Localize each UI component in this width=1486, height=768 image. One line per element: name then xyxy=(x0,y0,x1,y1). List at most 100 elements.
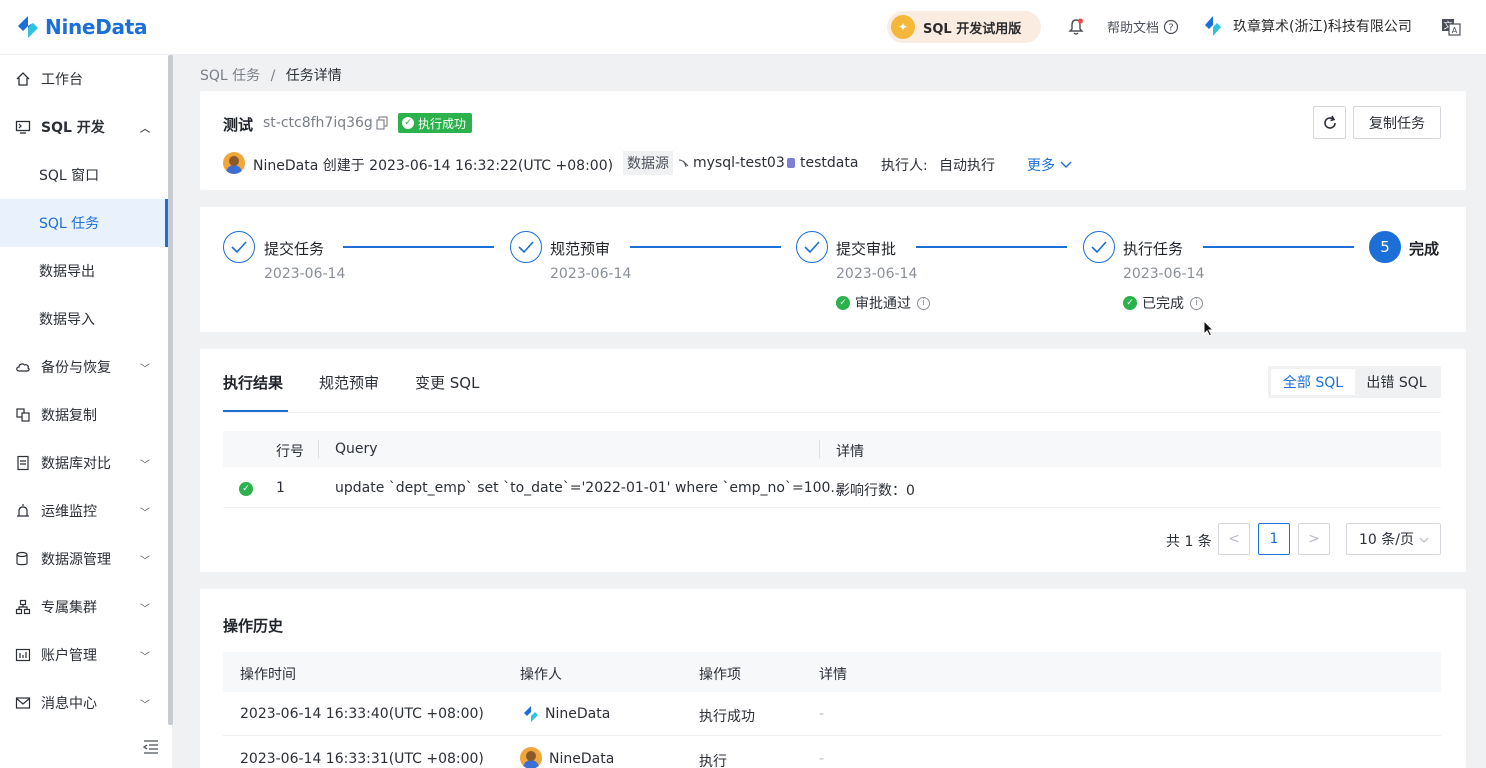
tab-execution-result[interactable]: 执行结果 xyxy=(223,372,283,393)
pagination-next-button[interactable]: > xyxy=(1298,523,1330,555)
sidebar-item-label: SQL 开发 xyxy=(41,120,105,136)
mail-icon xyxy=(15,695,31,711)
status-badge: ✓ 执行成功 xyxy=(398,113,473,133)
tab-precheck[interactable]: 规范预审 xyxy=(319,372,379,393)
step-4-status: ✓ 已完成 i xyxy=(1123,293,1203,313)
trial-badge[interactable]: ✦ SQL 开发试用版 xyxy=(887,11,1041,43)
sidebar-item-sql-task[interactable]: SQL 任务 xyxy=(0,199,168,247)
executor-label: 执行人: xyxy=(881,158,928,174)
mysql-icon xyxy=(678,159,689,168)
sidebar-item-label: 备份与恢复 xyxy=(41,360,111,376)
pagination-prev-button[interactable]: < xyxy=(1218,523,1250,555)
chevron-down-icon: ﹀ xyxy=(140,699,150,711)
row-divider xyxy=(223,735,1441,736)
history-title: 操作历史 xyxy=(223,617,284,635)
history-action: 执行成功 xyxy=(699,709,755,725)
chevron-down-icon xyxy=(1419,537,1429,543)
history-detail: - xyxy=(819,751,825,767)
success-icon: ✓ xyxy=(239,482,253,496)
notification-bell-icon[interactable] xyxy=(1068,18,1084,40)
pagination-page-1[interactable]: 1 xyxy=(1258,523,1290,555)
language-switch-icon[interactable]: 文A xyxy=(1441,17,1461,41)
sidebar-item-db-compare[interactable]: 数据库对比 ﹀ xyxy=(0,439,168,487)
copy-task-button[interactable]: 复制任务 xyxy=(1353,106,1441,139)
success-icon: ✓ xyxy=(1123,296,1137,310)
step-5-title: 完成 xyxy=(1409,240,1440,258)
database-icon xyxy=(787,158,795,168)
gift-icon: ✦ xyxy=(891,15,915,39)
col-op-detail: 详情 xyxy=(819,667,847,683)
info-icon[interactable]: i xyxy=(917,296,930,310)
breadcrumb-parent-link[interactable]: SQL 任务 xyxy=(200,68,260,84)
tab-change-sql[interactable]: 变更 SQL xyxy=(415,372,479,393)
sidebar-item-account[interactable]: 账户管理 ﹀ xyxy=(0,631,168,679)
sidebar-item-label: 消息中心 xyxy=(41,696,97,712)
steps-card xyxy=(200,207,1466,332)
col-op-time: 操作时间 xyxy=(240,667,296,683)
brand-name: NineData xyxy=(45,15,148,39)
chevron-up-icon: ︿ xyxy=(140,123,150,135)
sidebar-scrollbar[interactable] xyxy=(168,55,173,725)
avatar xyxy=(223,152,245,174)
sidebar-item-ops-monitor[interactable]: 运维监控 ﹀ xyxy=(0,487,168,535)
sidebar-item-label: 账户管理 xyxy=(41,648,97,664)
more-label: 更多 xyxy=(1027,158,1055,174)
sidebar-item-messages[interactable]: 消息中心 ﹀ xyxy=(0,679,168,727)
page-size-select[interactable]: 10 条/页 xyxy=(1346,523,1441,555)
cluster-icon xyxy=(15,599,31,615)
col-row-number: 行号 xyxy=(276,444,304,460)
sidebar-item-cluster[interactable]: 专属集群 ﹀ xyxy=(0,583,168,631)
monitor-icon xyxy=(15,119,31,135)
results-table-header xyxy=(223,431,1441,467)
sidebar-item-sql-dev[interactable]: SQL 开发 ︿ xyxy=(0,103,168,151)
chevron-down-icon: ﹀ xyxy=(140,507,150,519)
step-1-check-icon xyxy=(223,231,255,263)
account-icon xyxy=(15,647,31,663)
column-divider xyxy=(318,440,319,458)
database-value[interactable]: testdata xyxy=(786,155,858,171)
sidebar-item-backup[interactable]: 备份与恢复 ﹀ xyxy=(0,343,168,391)
org-switcher[interactable]: 玖章算术(浙江)科技有限公司 xyxy=(1203,15,1412,37)
step-connector xyxy=(630,246,781,248)
sidebar-item-data-import[interactable]: 数据导入 xyxy=(0,295,168,343)
col-query: Query xyxy=(335,441,378,457)
datasource-label: 数据源 xyxy=(627,156,669,172)
info-icon[interactable]: i xyxy=(1190,296,1203,310)
history-time: 2023-06-14 16:33:31(UTC +08:00) xyxy=(240,751,484,767)
more-link[interactable]: 更多 xyxy=(1027,155,1072,175)
logo[interactable]: NineData xyxy=(15,14,147,40)
col-detail: 详情 xyxy=(836,444,864,460)
task-header-card xyxy=(200,91,1466,190)
refresh-button[interactable] xyxy=(1313,106,1346,139)
datasource-name: mysql-test03 xyxy=(693,155,785,171)
sidebar-item-label: 数据导入 xyxy=(39,312,95,328)
filter-all-sql[interactable]: 全部 SQL xyxy=(1271,369,1355,395)
copy-icon[interactable] xyxy=(376,116,388,134)
step-1-date: 2023-06-14 xyxy=(264,266,346,282)
collapse-sidebar-icon[interactable] xyxy=(142,740,159,758)
sidebar-item-workbench[interactable]: 工作台 xyxy=(0,55,168,103)
cloud-backup-icon xyxy=(15,359,31,375)
sidebar-item-label: 专属集群 xyxy=(41,600,97,616)
step-connector xyxy=(1203,246,1354,248)
sidebar-item-data-export[interactable]: 数据导出 xyxy=(0,247,168,295)
sidebar-item-sql-window[interactable]: SQL 窗口 xyxy=(0,151,168,199)
compare-icon xyxy=(15,455,31,471)
sidebar-item-replication[interactable]: 数据复制 xyxy=(0,391,168,439)
success-icon: ✓ xyxy=(836,296,850,310)
step-4-date: 2023-06-14 xyxy=(1123,266,1205,282)
question-icon: ? xyxy=(1163,19,1179,34)
step-3-title: 提交审批 xyxy=(836,240,897,258)
sidebar-item-label: 数据源管理 xyxy=(41,552,111,568)
refresh-icon xyxy=(1323,115,1336,129)
filter-error-sql[interactable]: 出错 SQL xyxy=(1355,369,1438,395)
sidebar: 工作台 SQL 开发 ︿ SQL 窗口 SQL 任务 数据导出 数据导入 备份与… xyxy=(0,55,172,768)
datasource-value[interactable]: mysql-test03 xyxy=(678,155,785,171)
help-docs-link[interactable]: 帮助文档 ? xyxy=(1107,17,1179,36)
executor-value: 自动执行 xyxy=(939,158,995,174)
sidebar-item-datasource[interactable]: 数据源管理 ﹀ xyxy=(0,535,168,583)
org-logo-icon xyxy=(1205,16,1221,36)
help-label: 帮助文档 xyxy=(1107,21,1160,36)
chevron-down-icon: ﹀ xyxy=(140,603,150,615)
task-title: 测试 xyxy=(223,116,254,134)
